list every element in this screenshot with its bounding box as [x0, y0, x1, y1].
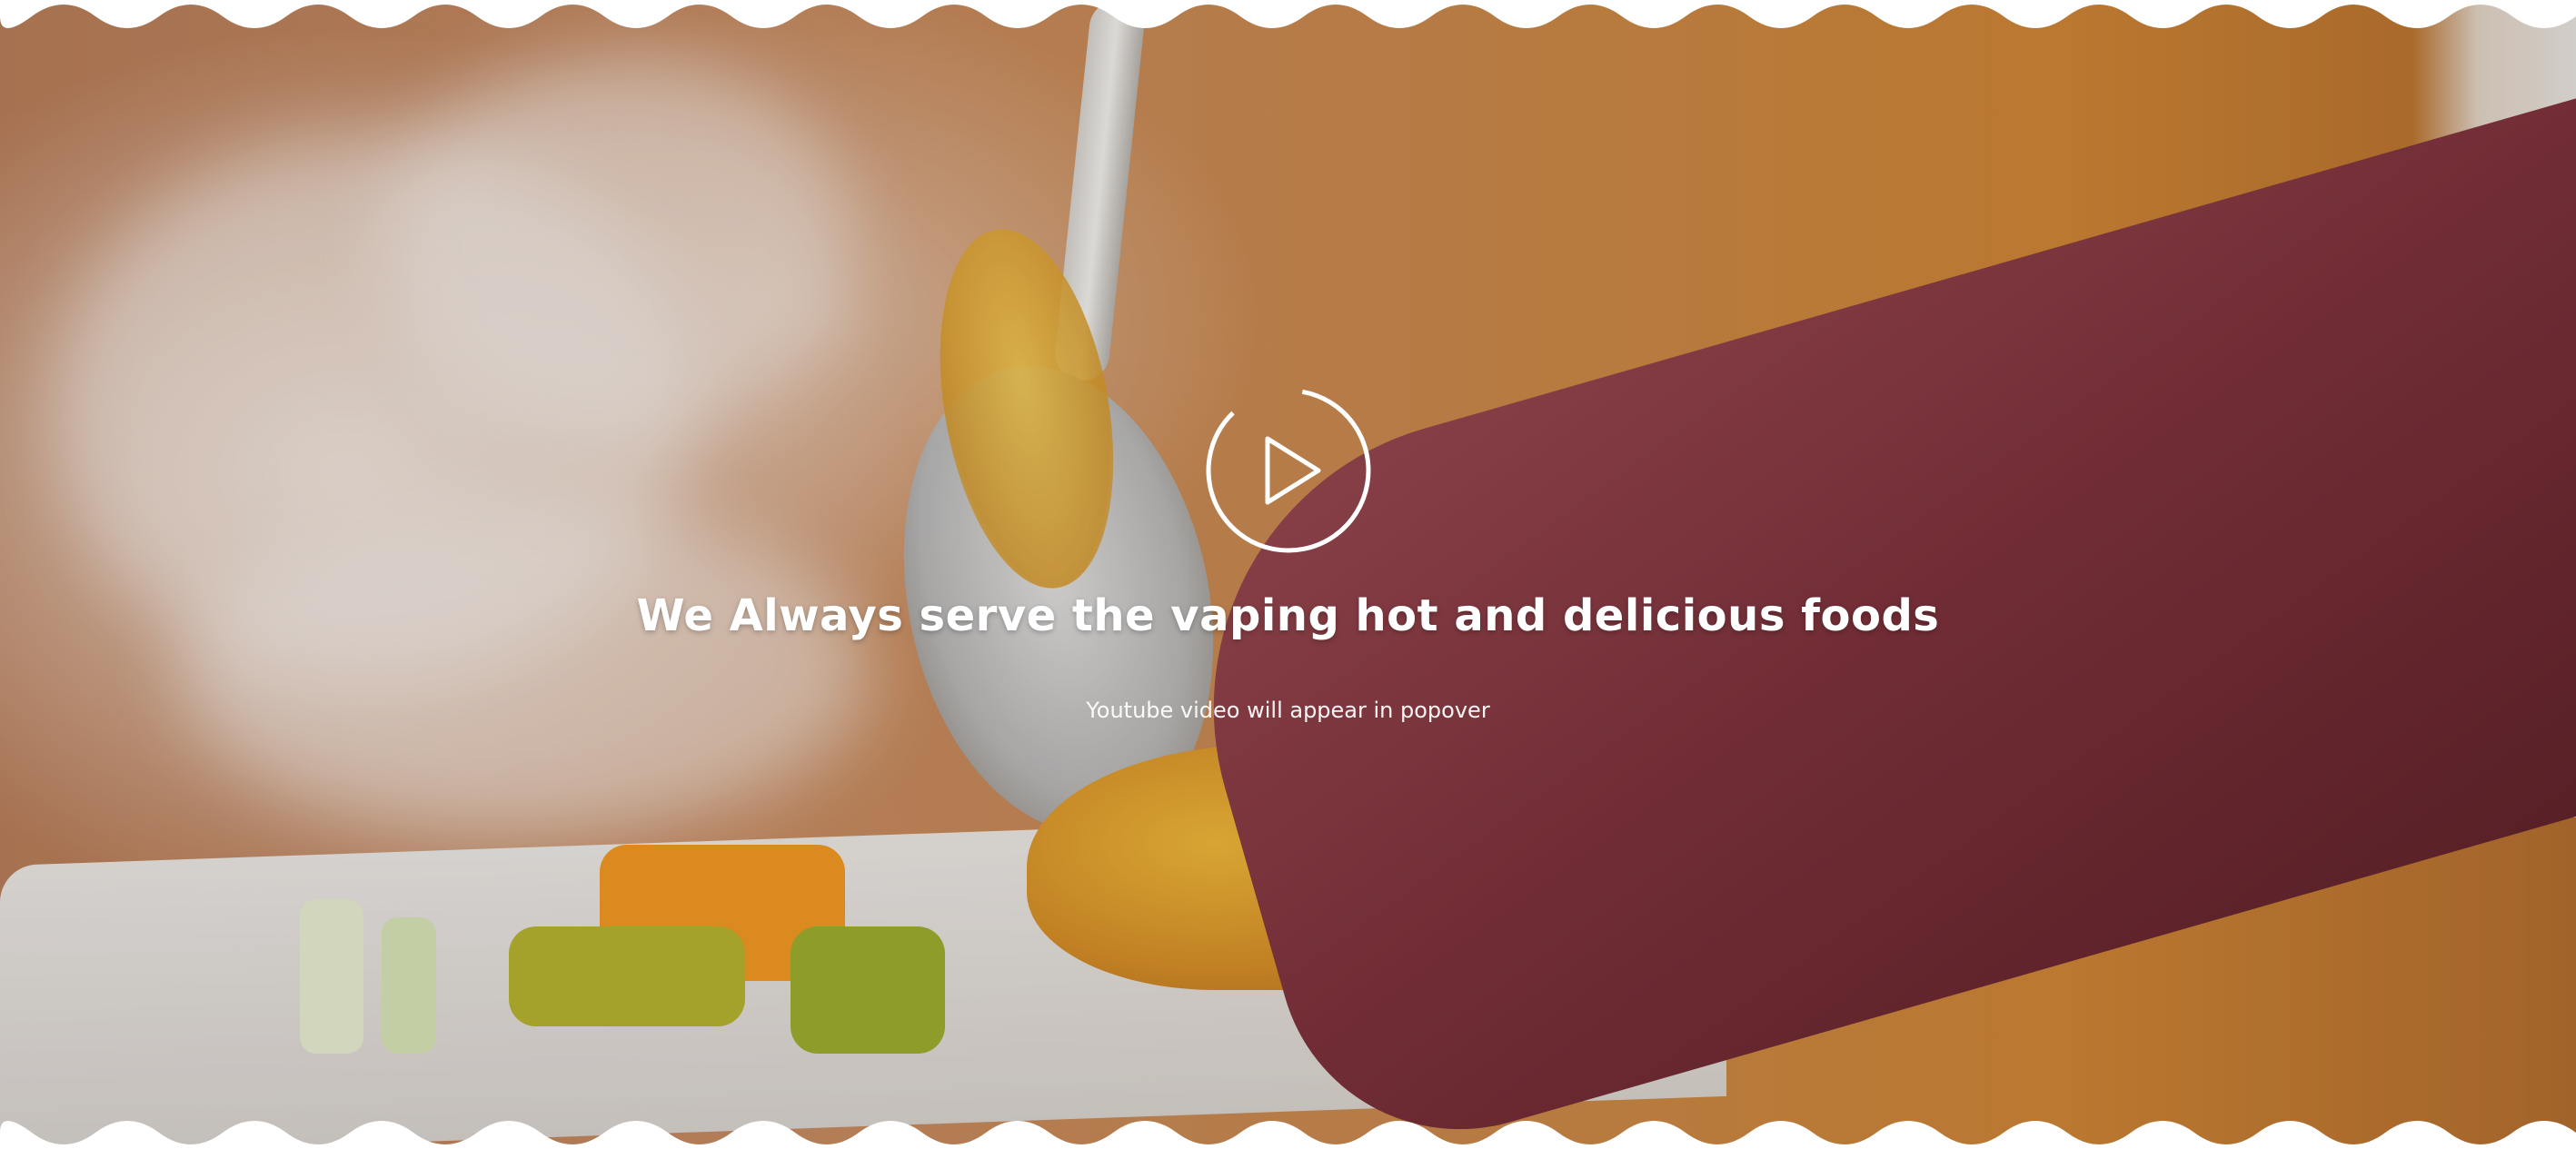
hero-food-photo — [0, 0, 2576, 1149]
banner-headline: We Always serve the vaping hot and delic… — [636, 590, 1940, 641]
play-button[interactable] — [1204, 386, 1373, 555]
video-popover-note: Youtube video will appear in popover — [1086, 698, 1490, 723]
play-icon — [1206, 388, 1371, 553]
wave-edge-top — [0, 0, 2576, 28]
wave-edge-bottom — [0, 1121, 2576, 1149]
video-banner: We Always serve the vaping hot and delic… — [0, 0, 2576, 1149]
overlay-shade — [0, 0, 2576, 1149]
